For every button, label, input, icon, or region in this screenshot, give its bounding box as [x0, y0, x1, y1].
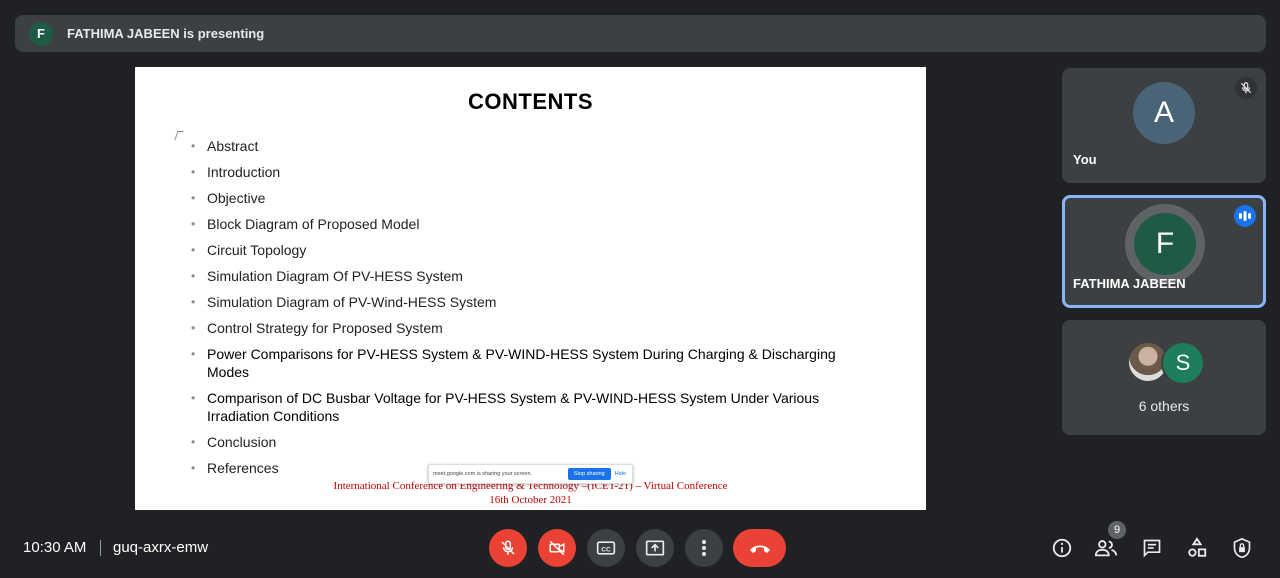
- sharing-notification-text: meet.google.com is sharing your screen.: [433, 471, 533, 477]
- mic-off-icon: [501, 540, 515, 555]
- contents-item: Power Comparisons for PV-HESS System & P…: [191, 345, 871, 381]
- info-icon: [1052, 538, 1072, 558]
- stop-sharing-button[interactable]: Stop sharing: [567, 468, 611, 480]
- hang-up-icon: [749, 545, 770, 553]
- participants-count-badge: 9: [1108, 521, 1126, 539]
- svg-text:CC: CC: [601, 546, 611, 553]
- shared-screen: CONTENTS Abstract Introduction Objective…: [135, 67, 926, 510]
- present-now-button[interactable]: [636, 529, 674, 567]
- avatar: S: [1161, 341, 1205, 385]
- mic-off-icon: [1235, 77, 1257, 99]
- presenting-text: FATHIMA JABEEN is presenting: [67, 26, 265, 41]
- bottom-toolbar: 10:30 AM guq-axrx-emw CC 9: [0, 520, 1280, 578]
- participant-name: You: [1073, 152, 1097, 167]
- contents-item: Control Strategy for Proposed System: [191, 319, 871, 337]
- contents-item: Circuit Topology: [191, 241, 871, 259]
- contents-item: Block Diagram of Proposed Model: [191, 215, 871, 233]
- contents-item: Objective: [191, 189, 871, 207]
- avatar: A: [1133, 82, 1195, 144]
- presenting-banner: F FATHIMA JABEEN is presenting: [15, 15, 1266, 52]
- captions-icon: CC: [596, 541, 616, 555]
- chat-icon: [1143, 539, 1161, 558]
- others-count: 6 others: [1138, 398, 1190, 414]
- contents-item: Introduction: [191, 163, 871, 181]
- avatar: F: [1134, 213, 1196, 275]
- more-options-button[interactable]: [685, 529, 723, 567]
- meeting-code: guq-axrx-emw: [113, 539, 209, 556]
- activities-button[interactable]: [1185, 536, 1209, 560]
- leave-call-button[interactable]: [733, 529, 786, 567]
- mouse-cursor-icon: [174, 131, 184, 140]
- contents-item: Simulation Diagram Of PV-HESS System: [191, 267, 871, 285]
- camera-off-icon: [549, 540, 565, 556]
- meeting-details-button[interactable]: [1050, 536, 1074, 560]
- participant-name: FATHIMA JABEEN: [1073, 276, 1186, 291]
- participants-button[interactable]: [1094, 536, 1118, 560]
- speaking-indicator-icon: [1234, 205, 1256, 227]
- more-vert-icon: [702, 540, 706, 556]
- host-controls-button[interactable]: [1230, 536, 1254, 560]
- shield-lock-icon: [1233, 537, 1251, 559]
- hide-notification-button[interactable]: Hide: [615, 471, 626, 477]
- participant-tile-you[interactable]: A You: [1062, 68, 1266, 183]
- people-icon: [1094, 540, 1118, 557]
- divider: [100, 540, 101, 556]
- clock: 10:30 AM: [23, 539, 87, 556]
- participant-tile-others[interactable]: S 6 others: [1062, 320, 1266, 435]
- contents-list: Abstract Introduction Objective Block Di…: [191, 137, 871, 485]
- contents-item: Simulation Diagram of PV-Wind-HESS Syste…: [191, 293, 871, 311]
- microphone-toggle-button[interactable]: [489, 529, 527, 567]
- camera-toggle-button[interactable]: [538, 529, 576, 567]
- captions-button[interactable]: CC: [587, 529, 625, 567]
- slide-title: CONTENTS: [468, 89, 593, 114]
- conference-date: 16th October 2021: [489, 494, 572, 506]
- participant-tile-presenter[interactable]: F FATHIMA JABEEN: [1062, 195, 1266, 308]
- sharing-notification: meet.google.com is sharing your screen. …: [428, 464, 633, 484]
- contents-item: Comparison of DC Busbar Voltage for PV-H…: [191, 389, 871, 425]
- contents-item: Abstract: [191, 137, 871, 155]
- chat-button[interactable]: [1140, 536, 1164, 560]
- present-screen-icon: [645, 540, 665, 556]
- presenter-avatar: F: [29, 21, 53, 46]
- activities-icon: [1188, 537, 1207, 557]
- contents-item: Conclusion: [191, 433, 871, 451]
